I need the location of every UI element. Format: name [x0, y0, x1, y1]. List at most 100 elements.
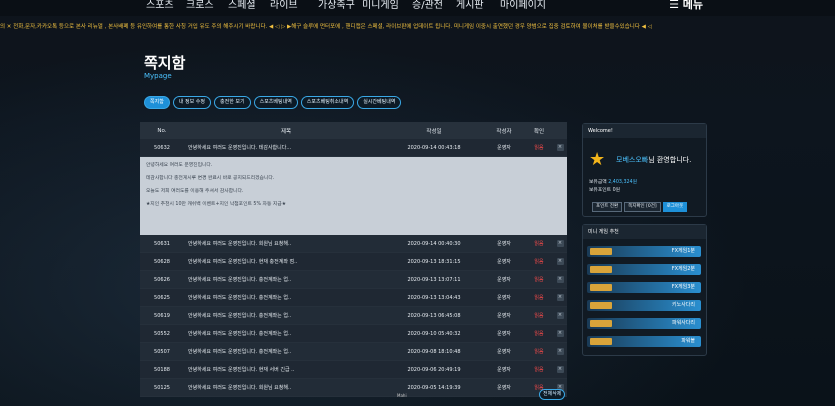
table-row[interactable]: 50125 안녕하세요 여러도 운영진입니다. 회원님 요청해.. 2020-09-…: [140, 379, 567, 397]
nav-item-minigame[interactable]: 미니게임: [362, 0, 399, 11]
nav-item-mypage[interactable]: 마이페이지: [500, 0, 546, 11]
table-row[interactable]: 50552 안녕하세요 여러도 운영진입니다. 충전계좌는 업.. 2020-09-…: [140, 325, 567, 343]
nav-item-special[interactable]: 스페셜: [228, 0, 256, 11]
message-line: 안녕하세요 여러도 운영진입니다.: [146, 163, 213, 168]
row-date: 2020-09-13 06:45:08: [407, 312, 461, 319]
row-date: 2020-09-14 00:40:30: [407, 240, 461, 247]
delete-icon[interactable]: ×: [556, 240, 564, 247]
delete-icon[interactable]: ×: [556, 294, 564, 301]
minigame-item[interactable]: FX게임2분: [587, 264, 701, 275]
header-status: 확인: [533, 128, 545, 135]
row-writer: 운영자: [497, 313, 511, 319]
nav-item-sports[interactable]: 스포츠: [146, 0, 174, 11]
message-table: No. 제목 작성일 작성자 확인 50632 안녕하세요 여러도 운영진입니다…: [140, 122, 567, 397]
delete-all-button[interactable]: 전체삭제: [539, 389, 566, 400]
minigame-header: 미니 게임 추천: [583, 225, 706, 239]
delete-icon[interactable]: ×: [556, 330, 564, 337]
row-status: 읽음: [534, 313, 544, 319]
row-title[interactable]: 안녕하세요 여러도 운영진입니다. 현재 충전계좌 점..: [184, 258, 384, 265]
tab-live-bets[interactable]: 실시간베팅내역: [357, 96, 402, 109]
message-line: 오늘도 저희 여러도를 이용해 주셔서 감사합니다.: [146, 189, 244, 194]
row-status: 읽음: [534, 145, 544, 151]
header-writer: 작성자: [496, 128, 512, 135]
minigame-name: 파워사다리: [671, 320, 695, 326]
row-title[interactable]: 안녕하세요 여러도 운영진입니다. 충전계좌는 업..: [184, 330, 384, 337]
row-title[interactable]: 안녕하세요 여러도 운영진입니다. 충전계좌는 업..: [184, 294, 384, 301]
delete-icon[interactable]: ×: [556, 258, 564, 265]
table-row[interactable]: 50625 안녕하세요 여러도 운영진입니다. 충전계좌는 업.. 2020-09-…: [140, 289, 567, 307]
message-body: 안녕하세요 여러도 운영진입니다. 테감사합니다 충전게시루 변경 완료시 바로…: [140, 157, 567, 235]
row-title[interactable]: 안녕하세요 여러도 운영진입니다. 테감사합니다...: [184, 144, 384, 151]
minigame-panel: 미니 게임 추천 FX게임1분 FX게임2분 FX게임3분키노사다리파워사다리파워볼: [582, 224, 707, 356]
minigame-item[interactable]: FX게임3분: [587, 282, 701, 293]
row-no: 50625: [154, 294, 170, 301]
minigame-name: FX게임1분: [671, 248, 695, 254]
delete-icon[interactable]: ×: [556, 276, 564, 283]
check-messages-button[interactable]: 쪽지확인 [0건]: [624, 202, 661, 212]
pagination[interactable]: Mahi: [397, 393, 407, 398]
row-no: 50626: [154, 276, 170, 283]
row-writer: 운영자: [497, 145, 511, 151]
row-title[interactable]: 안녕하세요 여러도 운영진입니다. 충전계좌는 업..: [184, 276, 384, 283]
table-row[interactable]: 50188 안녕하세요 여러도 운영진입니다. 현재 서버 긴급 .. 2020-0…: [140, 361, 567, 379]
row-title[interactable]: 안녕하세요 여러도 운영진입니다. 충전계좌는 업..: [184, 312, 384, 319]
row-status: 읽음: [534, 277, 544, 283]
tab-sports-bets[interactable]: 스포츠베팅내역: [253, 96, 298, 109]
top-navigation: 스포츠 크로스 스페셜 라이브 가상축구 미니게임 승/관전 게시판 마이페이지…: [0, 0, 835, 16]
delete-icon[interactable]: ×: [556, 348, 564, 355]
table-row[interactable]: 50632 안녕하세요 여러도 운영진입니다. 테감사합니다... 2020-0…: [140, 139, 567, 157]
game-logo-icon: [590, 284, 612, 291]
star-icon: ★: [589, 149, 606, 170]
welcome-text: 모베스오빠님 환영합니다.: [616, 155, 691, 165]
row-title[interactable]: 안녕하세요 여러도 운영진입니다. 회원님 요청해..: [184, 384, 384, 391]
delete-icon[interactable]: ×: [556, 366, 564, 373]
logout-button[interactable]: 로그아웃: [662, 202, 688, 212]
nav-item-results[interactable]: 승/관전: [412, 0, 443, 11]
tab-charge-history[interactable]: 충전한 보기: [214, 96, 251, 109]
row-writer: 운영자: [497, 367, 511, 373]
row-no: 50628: [154, 258, 170, 265]
row-title[interactable]: 안녕하세요 여러도 운영진입니다. 회원님 요청해..: [184, 240, 384, 247]
table-row[interactable]: 50631 안녕하세요 여러도 운영진입니다. 회원님 요청해.. 2020-09-…: [140, 235, 567, 253]
nav-item-live[interactable]: 라이브: [270, 0, 298, 11]
username: 모베스오빠: [616, 156, 649, 164]
minigame-name: 키노사다리: [671, 302, 695, 308]
table-row[interactable]: 50619 안녕하세요 여러도 운영진입니다. 충전계좌는 업.. 2020-09-…: [140, 307, 567, 325]
row-title[interactable]: 안녕하세요 여러도 운영진입니다. 충전계좌는 업..: [184, 348, 384, 355]
row-title[interactable]: 안녕하세요 여러도 운영진입니다. 현재 서버 긴급 ..: [184, 366, 384, 373]
delete-icon[interactable]: ×: [556, 312, 564, 319]
minigame-item[interactable]: FX게임1분: [587, 246, 701, 257]
row-no: 50125: [154, 384, 170, 391]
row-writer: 운영자: [497, 241, 511, 247]
row-date: 2020-09-05 14:19:39: [407, 384, 461, 391]
message-line: 테감사합니다 충전게시루 변경 완료시 바로 공지되드리겠습니다.: [146, 176, 275, 181]
row-no: 50507: [154, 348, 170, 355]
table-row[interactable]: 50628 안녕하세요 여러도 운영진입니다. 현재 충전계좌 점.. 2020-0…: [140, 253, 567, 271]
minigame-item[interactable]: 파워사다리: [587, 318, 701, 329]
tab-sports-cancel[interactable]: 스포츠베팅취소내역: [300, 96, 355, 109]
menu-button[interactable]: ☰ 메뉴: [669, 0, 703, 12]
user-panel-header: Welcome!: [583, 124, 706, 138]
table-row[interactable]: 50626 안녕하세요 여러도 운영진입니다. 충전계좌는 업.. 2020-09-…: [140, 271, 567, 289]
nav-item-virtual[interactable]: 가상축구: [318, 0, 355, 11]
minigame-item[interactable]: 파워볼: [587, 336, 701, 347]
header-no: No.: [157, 127, 167, 134]
page-title: 쪽지함: [144, 54, 186, 72]
delete-icon[interactable]: ×: [556, 144, 564, 151]
tab-messages[interactable]: 쪽지함: [144, 96, 170, 109]
row-no: 50619: [154, 312, 170, 319]
tab-edit-info[interactable]: 내 정보 수정: [172, 96, 211, 109]
game-logo-icon: [590, 266, 612, 273]
point-value: 0원: [612, 188, 621, 193]
point-convert-button[interactable]: 포인트 전환: [592, 202, 623, 212]
minigame-item[interactable]: 키노사다리: [587, 300, 701, 311]
nav-item-cross[interactable]: 크로스: [186, 0, 214, 11]
table-row[interactable]: 50507 안녕하세요 여러도 운영진입니다. 충전계좌는 업.. 2020-09-…: [140, 343, 567, 361]
balance-info: 보유금액 2,403,324원 보유포인트 0원: [589, 179, 637, 195]
game-logo-icon: [590, 248, 612, 255]
nav-item-board[interactable]: 게시판: [456, 0, 484, 11]
user-actions: 포인트 전환 쪽지확인 [0건] 로그아웃: [592, 202, 688, 212]
row-status: 읽음: [534, 259, 544, 265]
row-no: 50188: [154, 366, 170, 373]
header-title: 제목: [280, 128, 292, 135]
